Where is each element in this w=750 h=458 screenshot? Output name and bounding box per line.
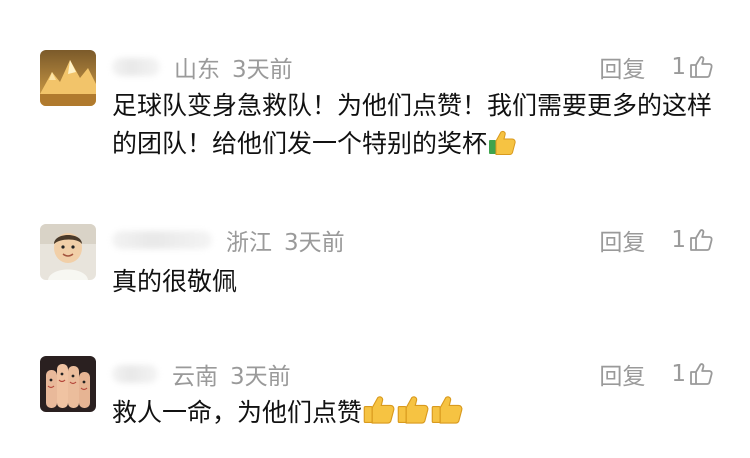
comment-meta: 云南 3天前 bbox=[112, 356, 291, 392]
comment-text: 救人一命，为他们点赞 bbox=[112, 394, 722, 437]
comment-body: 救人一命，为他们点赞 bbox=[112, 398, 363, 427]
username-blurred[interactable] bbox=[112, 231, 212, 249]
avatar[interactable] bbox=[40, 356, 96, 412]
avatar[interactable] bbox=[40, 224, 96, 280]
comment-actions: 回复 1 bbox=[599, 356, 714, 392]
comment-body: 足球队变身急救队！为他们点赞！我们需要更多的这样的团队！给他们发一个特别的奖杯 bbox=[112, 91, 713, 158]
thumbs-up-icon bbox=[430, 394, 464, 437]
like-thumb-icon[interactable] bbox=[688, 227, 714, 253]
thumbs-up-icon bbox=[362, 394, 396, 437]
region-label: 云南 bbox=[172, 364, 218, 390]
comment-actions: 回复 1 bbox=[599, 49, 714, 85]
finger-puppets-avatar-image bbox=[40, 356, 96, 412]
reply-button[interactable]: 回复 bbox=[599, 50, 645, 84]
comment-meta: 浙江 3天前 bbox=[112, 222, 345, 258]
like-count: 1 bbox=[671, 227, 686, 253]
reply-button[interactable]: 回复 bbox=[599, 357, 645, 391]
reply-button[interactable]: 回复 bbox=[599, 223, 645, 257]
like-count: 1 bbox=[671, 54, 686, 80]
timestamp: 3天前 bbox=[232, 57, 293, 83]
timestamp: 3天前 bbox=[284, 230, 345, 256]
comment-text: 真的很敬佩 bbox=[112, 263, 722, 301]
golden-mountain-avatar-image bbox=[40, 50, 96, 106]
thumbs-up-icon bbox=[487, 129, 517, 168]
username-blurred[interactable] bbox=[112, 365, 158, 383]
like-thumb-icon[interactable] bbox=[688, 361, 714, 387]
region-label: 浙江 bbox=[226, 230, 272, 256]
avatar[interactable] bbox=[40, 50, 96, 106]
comment-body: 真的很敬佩 bbox=[112, 267, 238, 296]
like-count: 1 bbox=[671, 361, 686, 387]
like-thumb-icon[interactable] bbox=[688, 54, 714, 80]
comment-actions: 回复 1 bbox=[599, 222, 714, 258]
region-label: 山东 bbox=[174, 57, 220, 83]
child-photo-avatar-image bbox=[40, 224, 96, 280]
timestamp: 3天前 bbox=[230, 364, 291, 390]
username-blurred[interactable] bbox=[112, 58, 160, 76]
comment-meta: 山东 3天前 bbox=[112, 49, 293, 85]
comment-text: 足球队变身急救队！为他们点赞！我们需要更多的这样的团队！给他们发一个特别的奖杯 bbox=[112, 87, 722, 168]
thumbs-up-icon bbox=[396, 394, 430, 437]
